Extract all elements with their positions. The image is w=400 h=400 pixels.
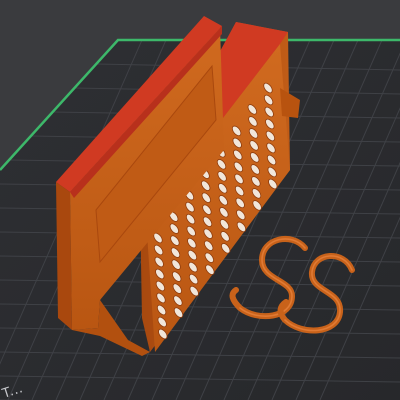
- 3d-viewport[interactable]: T...: [0, 0, 400, 400]
- caddy-front-side: [56, 182, 72, 330]
- scene-canvas[interactable]: T...: [0, 0, 400, 400]
